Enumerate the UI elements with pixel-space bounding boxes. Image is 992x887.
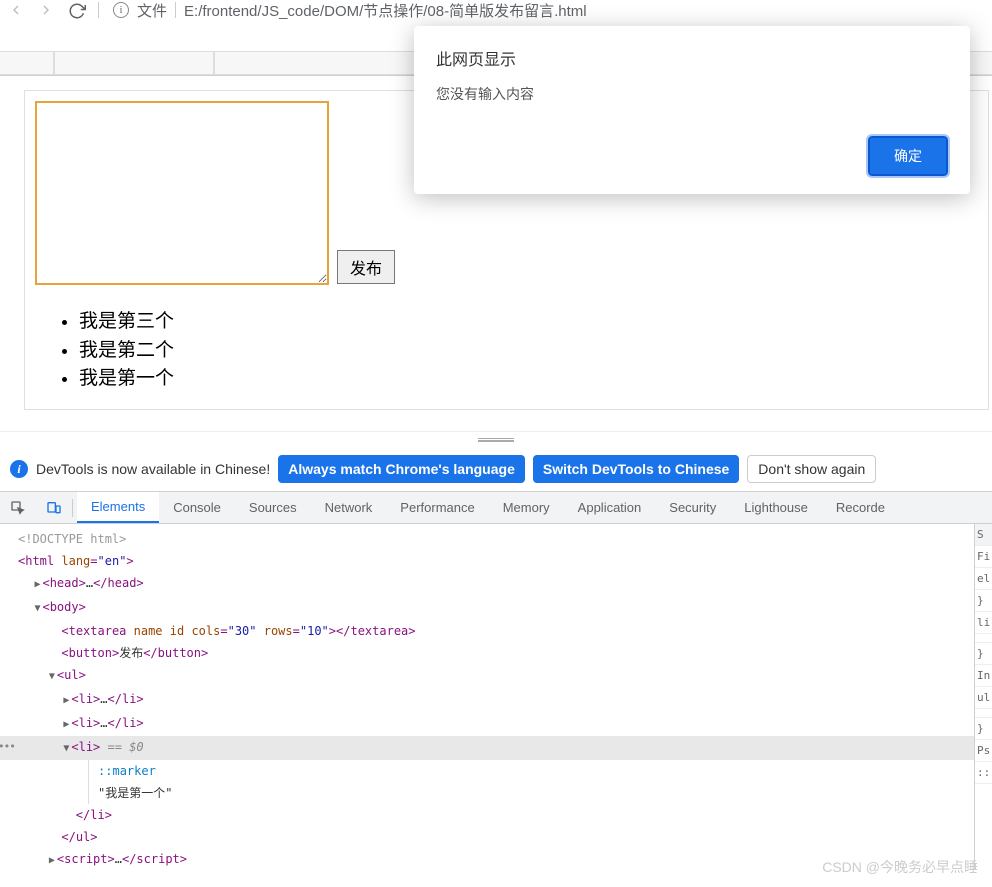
address-bar[interactable]: i 文件 E:/frontend/JS_code/DOM/节点操作/08-简单版… xyxy=(113,0,587,20)
tab-sources[interactable]: Sources xyxy=(235,492,311,523)
url-text: E:/frontend/JS_code/DOM/节点操作/08-简单版发布留言.… xyxy=(184,0,587,20)
reload-icon[interactable] xyxy=(68,2,84,18)
device-icon[interactable] xyxy=(36,492,72,523)
dom-tree[interactable]: <!DOCTYPE html> <html lang="en"> ▶<head>… xyxy=(0,524,974,869)
alert-message: 您没有输入内容 xyxy=(436,84,948,104)
alert-actions: 确定 xyxy=(436,136,948,176)
expand-icon[interactable]: ▶ xyxy=(47,850,57,869)
devtools-tabs: Elements Console Sources Network Perform… xyxy=(0,492,992,524)
alert-dialog: 此网页显示 您没有输入内容 确定 xyxy=(414,26,970,194)
elements-panel: <!DOCTYPE html> <html lang="en"> ▶<head>… xyxy=(0,524,992,869)
info-icon: i xyxy=(10,460,28,478)
ruler-cell xyxy=(0,51,54,75)
forward-icon[interactable] xyxy=(38,2,54,18)
notice-text: DevTools is now available in Chinese! xyxy=(36,461,270,477)
tab-performance[interactable]: Performance xyxy=(386,492,488,523)
back-icon[interactable] xyxy=(8,2,24,18)
tab-lighthouse[interactable]: Lighthouse xyxy=(730,492,822,523)
text-node[interactable]: "我是第一个" xyxy=(98,786,172,800)
ruler-cell xyxy=(54,51,214,75)
inspect-icon[interactable] xyxy=(0,492,36,523)
dont-show-button[interactable]: Don't show again xyxy=(747,455,876,483)
separator xyxy=(72,499,73,517)
expand-icon[interactable]: ▶ xyxy=(32,574,42,596)
publish-button[interactable]: 发布 xyxy=(337,250,395,284)
tab-console[interactable]: Console xyxy=(159,492,235,523)
pseudo-marker[interactable]: ::marker xyxy=(98,764,156,778)
selected-node[interactable]: ▼<li> == $0 xyxy=(0,736,974,760)
styles-sidebar[interactable]: S Fi el } li } In ul } Ps :: xyxy=(974,524,992,869)
divider xyxy=(175,2,176,18)
file-label: 文件 xyxy=(137,0,167,20)
message-list: 我是第三个 我是第二个 我是第一个 xyxy=(79,309,978,393)
tab-application[interactable]: Application xyxy=(564,492,656,523)
tab-recorder[interactable]: Recorde xyxy=(822,492,899,523)
list-item: 我是第二个 xyxy=(79,338,978,365)
ok-button[interactable]: 确定 xyxy=(868,136,948,176)
list-item: 我是第一个 xyxy=(79,366,978,393)
expand-icon[interactable]: ▶ xyxy=(61,714,71,736)
devtools-resizer[interactable] xyxy=(0,431,992,447)
collapse-icon[interactable]: ▼ xyxy=(32,598,42,620)
list-item: 我是第三个 xyxy=(79,309,978,336)
tab-network[interactable]: Network xyxy=(311,492,387,523)
doctype-node[interactable]: <!DOCTYPE html> xyxy=(18,532,126,546)
styles-tab[interactable]: S xyxy=(975,524,992,546)
match-language-button[interactable]: Always match Chrome's language xyxy=(278,455,525,483)
browser-toolbar: i 文件 E:/frontend/JS_code/DOM/节点操作/08-简单版… xyxy=(0,0,992,20)
message-textarea[interactable] xyxy=(35,101,329,285)
tab-security[interactable]: Security xyxy=(655,492,730,523)
drag-handle-icon xyxy=(478,438,514,442)
expand-icon[interactable]: ▶ xyxy=(61,690,71,712)
alert-title: 此网页显示 xyxy=(436,46,948,70)
info-icon[interactable]: i xyxy=(113,2,129,18)
tab-elements[interactable]: Elements xyxy=(77,492,159,523)
collapse-icon[interactable]: ▼ xyxy=(61,738,71,760)
collapse-icon[interactable]: ▼ xyxy=(47,666,57,688)
divider xyxy=(98,2,99,18)
tab-memory[interactable]: Memory xyxy=(489,492,564,523)
switch-chinese-button[interactable]: Switch DevTools to Chinese xyxy=(533,455,739,483)
devtools-language-notice: i DevTools is now available in Chinese! … xyxy=(0,447,992,492)
